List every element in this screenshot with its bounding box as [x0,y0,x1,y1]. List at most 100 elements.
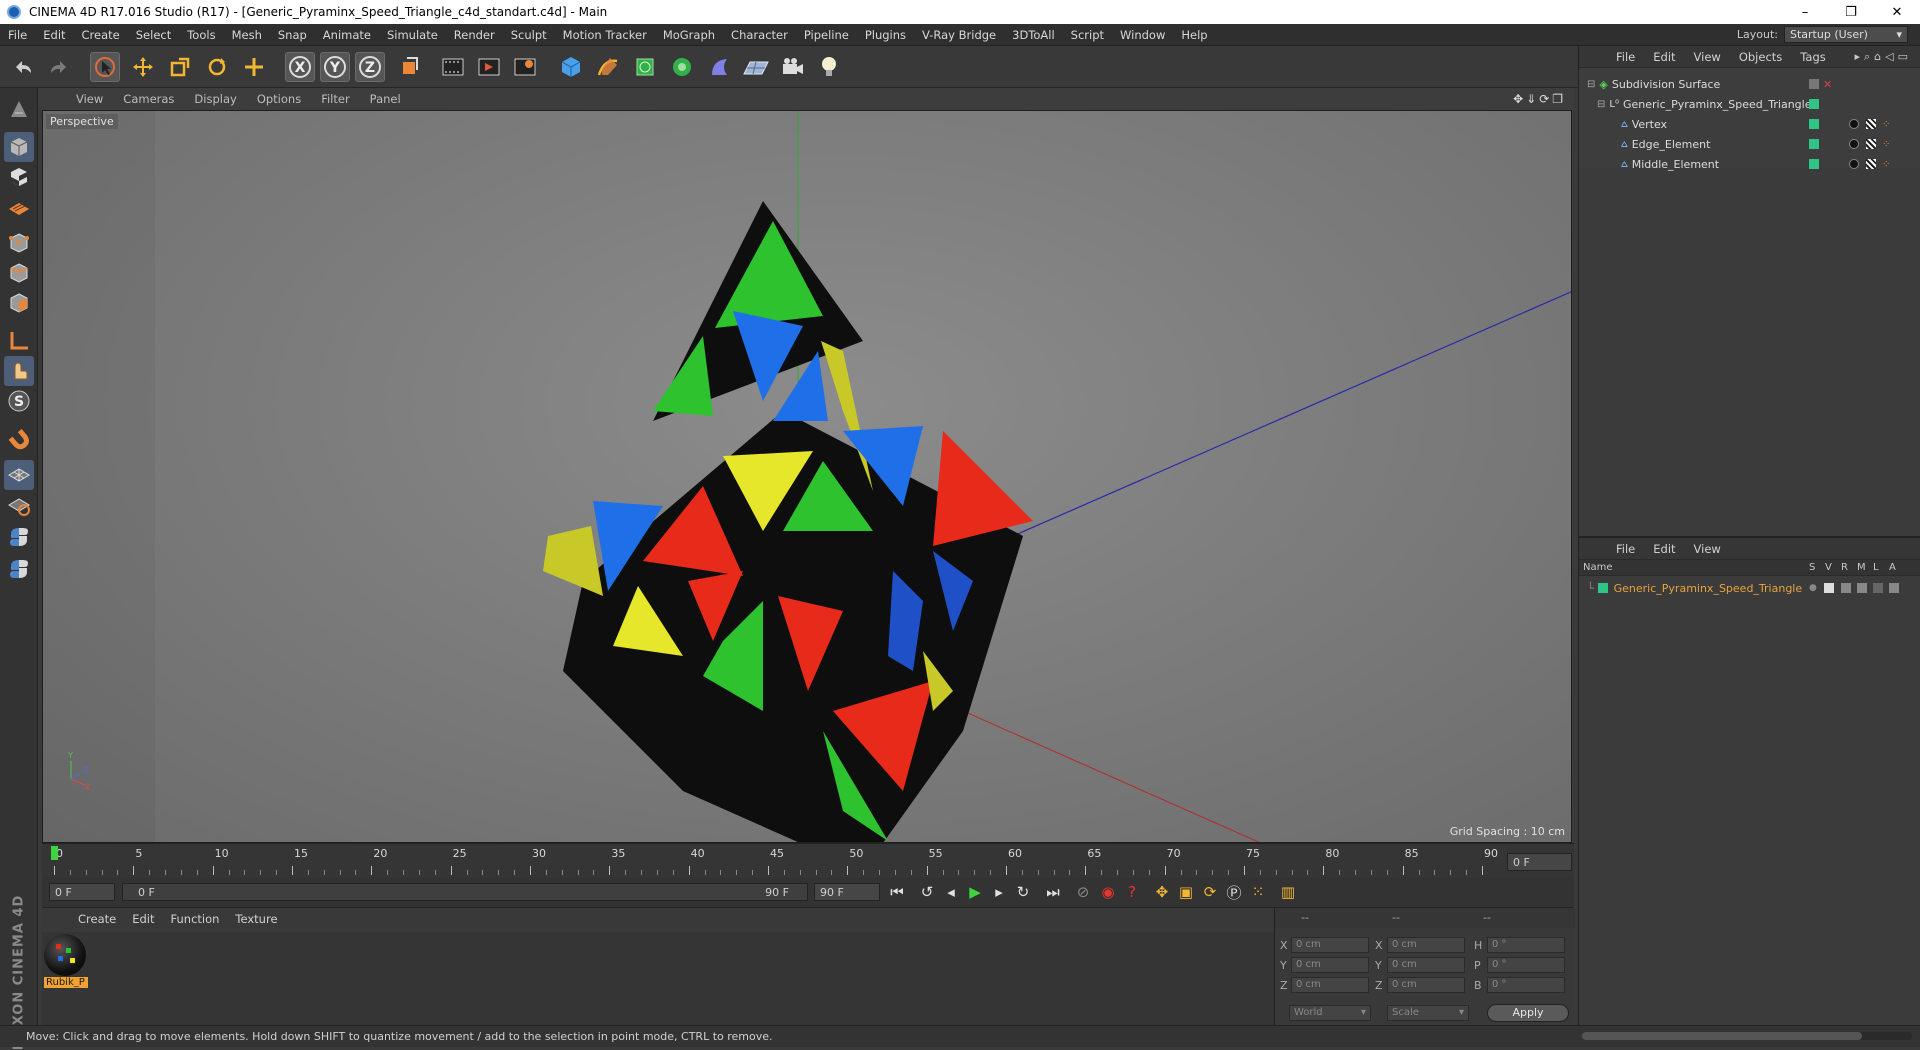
render-picture-viewer-icon[interactable] [474,52,504,82]
viewport-menu-display[interactable]: Display [184,92,246,106]
keyframe-selection-icon[interactable]: ? [1120,881,1144,903]
python-script-2-icon[interactable] [4,554,34,584]
points-mode-icon[interactable] [4,228,34,258]
floor-scene-icon[interactable] [741,52,771,82]
apply-button[interactable]: Apply [1487,1004,1569,1022]
autokey-icon[interactable]: ◉ [1096,881,1120,903]
object-menu-objects[interactable]: Objects [1730,50,1791,64]
menu-animate[interactable]: Animate [315,28,379,42]
texture-tag-icon[interactable] [1866,159,1876,169]
object-row[interactable]: ⩟ Middle_Element ⁘ [1579,154,1920,174]
material-tag-icon[interactable] [1849,139,1859,149]
previous-key-icon[interactable]: ↺ [915,881,939,903]
python-script-icon[interactable] [4,522,34,552]
menu-window[interactable]: Window [1112,28,1173,42]
size-z-field[interactable]: 0 cm [1387,977,1465,993]
object-row[interactable]: ⊟ ◈ Subdivision Surface ✕ [1579,74,1920,94]
viewport-menu-options[interactable]: Options [247,92,311,106]
rotate-tool-icon[interactable] [202,52,232,82]
position-y-field[interactable]: 0 cm [1291,957,1369,973]
record-keys-icon[interactable]: ⊘ [1071,881,1095,903]
viewport-menu-cameras[interactable]: Cameras [113,92,184,106]
edges-mode-icon[interactable] [4,258,34,288]
menu-create[interactable]: Create [74,28,128,42]
y-axis-lock-icon[interactable]: Y [320,52,350,82]
menu-character[interactable]: Character [723,28,796,42]
expand-icon[interactable]: ⊟ [1587,79,1595,90]
rotation-h-field[interactable]: 0 ° [1487,937,1565,953]
layer-menu-edit[interactable]: Edit [1644,542,1684,556]
object-menu-view[interactable]: View [1685,50,1730,64]
phong-tag-icon[interactable]: ⁘ [1882,159,1890,170]
object-row[interactable]: ⩟ Edge_Element ⁘ [1579,134,1920,154]
mograph-cloner-icon[interactable] [667,52,697,82]
position-z-field[interactable]: 0 cm [1291,977,1369,993]
material-tag-icon[interactable] [1849,119,1859,129]
menu-mograph[interactable]: MoGraph [655,28,723,42]
object-menu-tags[interactable]: Tags [1791,50,1834,64]
menu-sculpt[interactable]: Sculpt [503,28,555,42]
axis-mode-icon[interactable] [4,326,34,356]
viewport-menu-panel[interactable]: Panel [360,92,411,106]
tweak-mode-icon[interactable] [4,356,34,386]
layer-color-swatch[interactable] [1809,99,1819,109]
object-row[interactable]: ⊟ L⁰ Generic_Pyraminx_Speed_Triangle [1579,94,1920,114]
render-toggle-icon[interactable] [1841,583,1851,593]
previous-frame-icon[interactable]: ◂ [939,881,963,903]
material-menu-function[interactable]: Function [163,912,228,926]
go-to-start-icon[interactable]: ⏮ [885,881,909,903]
menu-simulate[interactable]: Simulate [379,28,446,42]
position-x-field[interactable]: 0 cm [1291,937,1369,953]
layer-menu-file[interactable]: File [1607,542,1644,556]
viewport-nav-icons[interactable]: ✥⇓⟳❐ [1513,92,1566,106]
menu-script[interactable]: Script [1063,28,1112,42]
object-menu-edit[interactable]: Edit [1644,50,1684,64]
manager-toggle-icon[interactable] [1857,583,1867,593]
polygons-mode-icon[interactable] [4,288,34,318]
material-menu-create[interactable]: Create [70,912,124,926]
layer-menu-view[interactable]: View [1685,542,1730,556]
menu-pipeline[interactable]: Pipeline [796,28,857,42]
timeline-window-icon[interactable]: ▥ [1276,881,1300,903]
go-to-end-icon[interactable]: ⏭ [1041,881,1065,903]
undo-icon[interactable] [8,52,38,82]
next-frame-icon[interactable]: ▸ [987,881,1011,903]
layer-row[interactable]: └ Generic_Pyraminx_Speed_Triangle ● [1579,578,1920,598]
texture-tag-icon[interactable] [1866,139,1876,149]
material-swatch[interactable]: Rubik_P [44,934,88,988]
workplane-lock-icon[interactable] [4,460,34,490]
x-axis-lock-icon[interactable]: X [285,52,315,82]
layer-color-swatch[interactable] [1597,583,1608,593]
rotation-p-field[interactable]: 0 ° [1487,957,1565,973]
current-frame-field[interactable]: 0 F [1507,853,1572,871]
layout-dropdown[interactable]: Startup (User) ▾ [1784,26,1908,43]
scale-tool-icon[interactable] [165,52,195,82]
layer-color-swatch[interactable] [1809,159,1819,169]
object-manager-nav-icons[interactable]: ▸⌕⌂◁▭ [1854,50,1912,64]
restore-button[interactable]: ❐ [1828,0,1874,24]
menu-file[interactable]: File [0,28,35,42]
visibility-toggle[interactable] [1809,79,1819,89]
end-frame-field[interactable]: 90 F [814,883,880,901]
viewport-menu-view[interactable]: View [66,92,113,106]
snap-magnet-icon[interactable] [4,424,34,454]
animation-toggle-icon[interactable] [1889,583,1899,593]
menu-edit[interactable]: Edit [35,28,73,42]
view-toggle-icon[interactable] [1824,583,1834,593]
solo-toggle-icon[interactable]: ● [1809,583,1817,593]
model-mode-icon[interactable] [4,132,34,162]
move-tool-icon[interactable] [128,52,158,82]
play-forward-icon[interactable]: ▶ [963,881,987,903]
size-y-field[interactable]: 0 cm [1387,957,1465,973]
select-arrow-icon[interactable] [90,52,120,82]
menu-help[interactable]: Help [1173,28,1215,42]
enabled-check-icon[interactable]: ✕ [1823,78,1832,91]
material-tag-icon[interactable] [1849,159,1859,169]
workplane-mode-icon[interactable] [4,192,34,222]
cube-primitive-icon[interactable] [556,52,586,82]
menu-motion-tracker[interactable]: Motion Tracker [555,28,655,42]
timeline-ruler[interactable]: 0 5 10 15 20 25 30 35 40 45 50 55 60 65 70 75 80 85 90 0 F [42,843,1574,877]
coordinate-space-dropdown[interactable]: World ▾ [1289,1005,1371,1021]
close-button[interactable]: ✕ [1874,0,1920,24]
make-editable-icon[interactable] [4,94,34,124]
